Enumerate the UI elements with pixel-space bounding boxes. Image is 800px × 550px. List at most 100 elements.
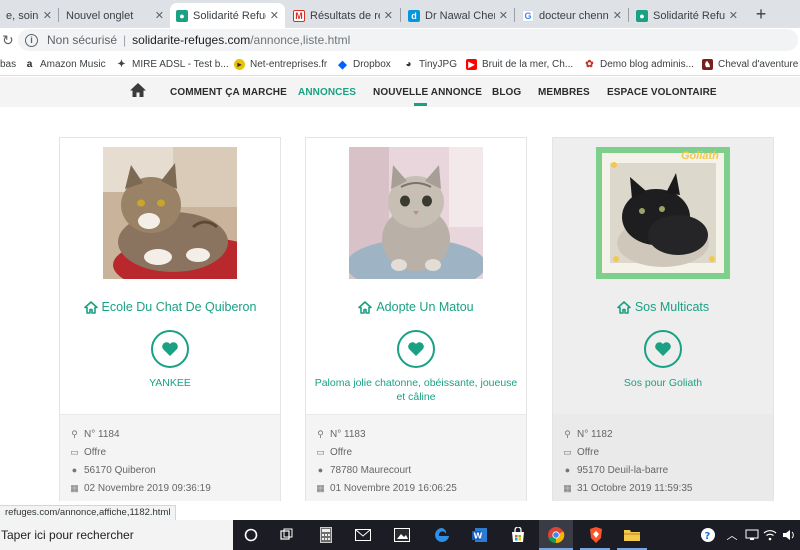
home-icon[interactable]	[129, 82, 147, 98]
close-icon[interactable]: ✕	[155, 9, 164, 22]
date-text: 31 Octobre 2019 11:59:35	[577, 482, 693, 494]
close-icon[interactable]: ✕	[384, 9, 393, 22]
association-link[interactable]: Sos Multicats	[553, 300, 773, 314]
bookmark-item[interactable]: a Amazon Music	[24, 57, 106, 72]
nav-item-blog[interactable]: BLOG	[492, 87, 521, 98]
svg-text:?: ?	[705, 531, 711, 542]
meta-location: ● 56170 Quiberon	[69, 463, 156, 477]
info-icon[interactable]: i	[25, 33, 38, 47]
bookmark-item[interactable]: ✿ Demo blog adminis...	[584, 57, 694, 72]
dropbox-icon: ◆	[338, 59, 347, 71]
bookmark-item[interactable]: ▸ Net-entreprises.fr	[234, 57, 327, 72]
heart-icon	[408, 342, 424, 356]
bookmark-item[interactable]: ♞ Cheval d'aventure s...	[702, 57, 800, 72]
numero-text: N° 1184	[84, 428, 120, 440]
animal-photo[interactable]	[596, 147, 730, 279]
tab-5[interactable]: d Dr Nawal Chenni ✕	[402, 3, 514, 28]
bookmark-item[interactable]: ✦ MIRE ADSL - Test b...	[116, 57, 228, 72]
animal-name[interactable]: Sos pour Goliath	[561, 376, 765, 390]
folder-icon: ▭	[70, 446, 79, 457]
location-text: 56170 Quiberon	[84, 464, 156, 476]
annonce-card[interactable]: Goliath Sos Multicats Sos pour Goliath ⚲…	[552, 137, 774, 501]
nav-item-comment-ca-marche[interactable]: COMMENT ÇA MARCHE	[170, 87, 287, 98]
tab-6[interactable]: G docteur chenni ✕	[516, 3, 628, 28]
tab-7[interactable]: ● Solidarité Refug ✕	[630, 3, 744, 28]
task-view-icon[interactable]	[276, 525, 296, 545]
nav-item-annonces[interactable]: ANNONCES	[298, 87, 356, 98]
word-icon[interactable]: W	[470, 525, 490, 545]
google-icon: G	[522, 9, 534, 22]
store-icon[interactable]	[508, 525, 528, 545]
association-link[interactable]: Ecole Du Chat De Quiberon	[60, 300, 280, 314]
annonce-card[interactable]: Adopte Un Matou Paloma jolie chatonne, o…	[305, 137, 527, 501]
volume-icon[interactable]	[779, 525, 799, 545]
tab-1[interactable]: e, soins ✕	[0, 3, 58, 28]
animal-photo[interactable]	[103, 147, 237, 279]
close-icon[interactable]: ✕	[729, 9, 738, 22]
taskbar-search-box[interactable]: Taper ici pour rechercher	[0, 520, 233, 550]
security-indicator[interactable]: Non sécurisé	[47, 33, 117, 47]
meta-type: ▭ Offre	[562, 445, 599, 459]
type-text: Offre	[577, 446, 600, 458]
association-link[interactable]: Adopte Un Matou	[306, 300, 526, 314]
tab-3[interactable]: ● Solidarité Refug ✕	[170, 3, 285, 28]
animal-name[interactable]: Paloma jolie chatonne, obéissante, joueu…	[314, 376, 518, 404]
favorite-button[interactable]	[397, 330, 435, 368]
bookmark-label: Dropbox	[353, 59, 391, 70]
mire-icon: ✦	[117, 59, 126, 70]
svg-text:W: W	[474, 532, 483, 541]
bookmark-label: Cheval d'aventure s...	[718, 59, 800, 70]
bookmark-item[interactable]: ◕ TinyJPG	[403, 57, 457, 72]
nav-item-nouvelle-annonce[interactable]: NOUVELLE ANNONCE	[373, 87, 482, 98]
nav-item-espace-volontaire[interactable]: ESPACE VOLONTAIRE	[607, 87, 717, 98]
brave-icon[interactable]	[586, 525, 606, 545]
animal-photo[interactable]	[349, 147, 483, 279]
close-icon[interactable]: ✕	[43, 9, 52, 22]
help-icon[interactable]: ?	[698, 525, 718, 545]
calculator-icon[interactable]	[316, 525, 336, 545]
favorite-button[interactable]	[644, 330, 682, 368]
wifi-icon[interactable]	[760, 525, 780, 545]
type-text: Offre	[84, 446, 107, 458]
animal-name[interactable]: YANKEE	[68, 376, 272, 390]
tab-4[interactable]: M Résultats de rec ✕	[287, 3, 399, 28]
type-text: Offre	[330, 446, 353, 458]
photos-icon[interactable]	[392, 525, 412, 545]
numero-text: N° 1182	[577, 428, 613, 440]
chevron-up-icon[interactable]: ︿	[722, 525, 742, 545]
url-divider: |	[123, 33, 127, 47]
meta-type: ▭ Offre	[69, 445, 106, 459]
map-marker-icon: ●	[564, 465, 571, 475]
mail-icon[interactable]	[353, 525, 373, 545]
tab-2[interactable]: Nouvel onglet ✕	[60, 3, 170, 28]
cheval-icon: ♞	[702, 59, 713, 70]
meta-numero: ⚲ N° 1184	[69, 427, 120, 441]
bookmark-label: Amazon Music	[40, 59, 106, 70]
close-icon[interactable]: ✕	[613, 9, 622, 22]
folder-icon: ▭	[316, 446, 325, 457]
file-explorer-icon[interactable]	[622, 525, 642, 545]
close-icon[interactable]: ✕	[499, 9, 508, 22]
bookmark-item[interactable]: ▶ Bruit de la mer, Ch...	[466, 57, 573, 72]
bookmarks-bar: bas a Amazon Music ✦ MIRE ADSL - Test b.…	[0, 53, 800, 76]
favorite-button[interactable]	[151, 330, 189, 368]
bookmark-item[interactable]: bas	[0, 57, 16, 72]
tab-label: Nouvel onglet	[66, 9, 134, 22]
annonce-card[interactable]: Ecole Du Chat De Quiberon YANKEE ⚲ N° 118…	[59, 137, 281, 501]
bookmark-item[interactable]: ◆ Dropbox	[337, 57, 391, 72]
network-icon[interactable]	[742, 525, 762, 545]
cortana-icon[interactable]	[241, 525, 261, 545]
address-bar[interactable]: i Non sécurisé | solidarite-refuges.com …	[18, 29, 798, 51]
link-status-bubble: refuges.com/annonce,affiche,1182.html	[0, 505, 177, 521]
close-icon[interactable]: ✕	[270, 9, 279, 22]
solidarite-refuges-favicon: ●	[636, 9, 648, 22]
nav-item-membres[interactable]: MEMBRES	[538, 87, 590, 98]
new-tab-button[interactable]: +	[751, 4, 771, 24]
edge-icon[interactable]	[432, 525, 452, 545]
reload-icon[interactable]: ↻	[2, 33, 14, 47]
chrome-icon[interactable]	[546, 525, 566, 545]
annonce-meta: ⚲ N° 1182 ▭ Offre ● 95170 Deuil-la-barre ▦ 3…	[553, 414, 773, 501]
heart-icon	[162, 342, 178, 356]
tab-separator	[628, 8, 629, 22]
date-text: 02 Novembre 2019 09:36:19	[84, 482, 211, 494]
